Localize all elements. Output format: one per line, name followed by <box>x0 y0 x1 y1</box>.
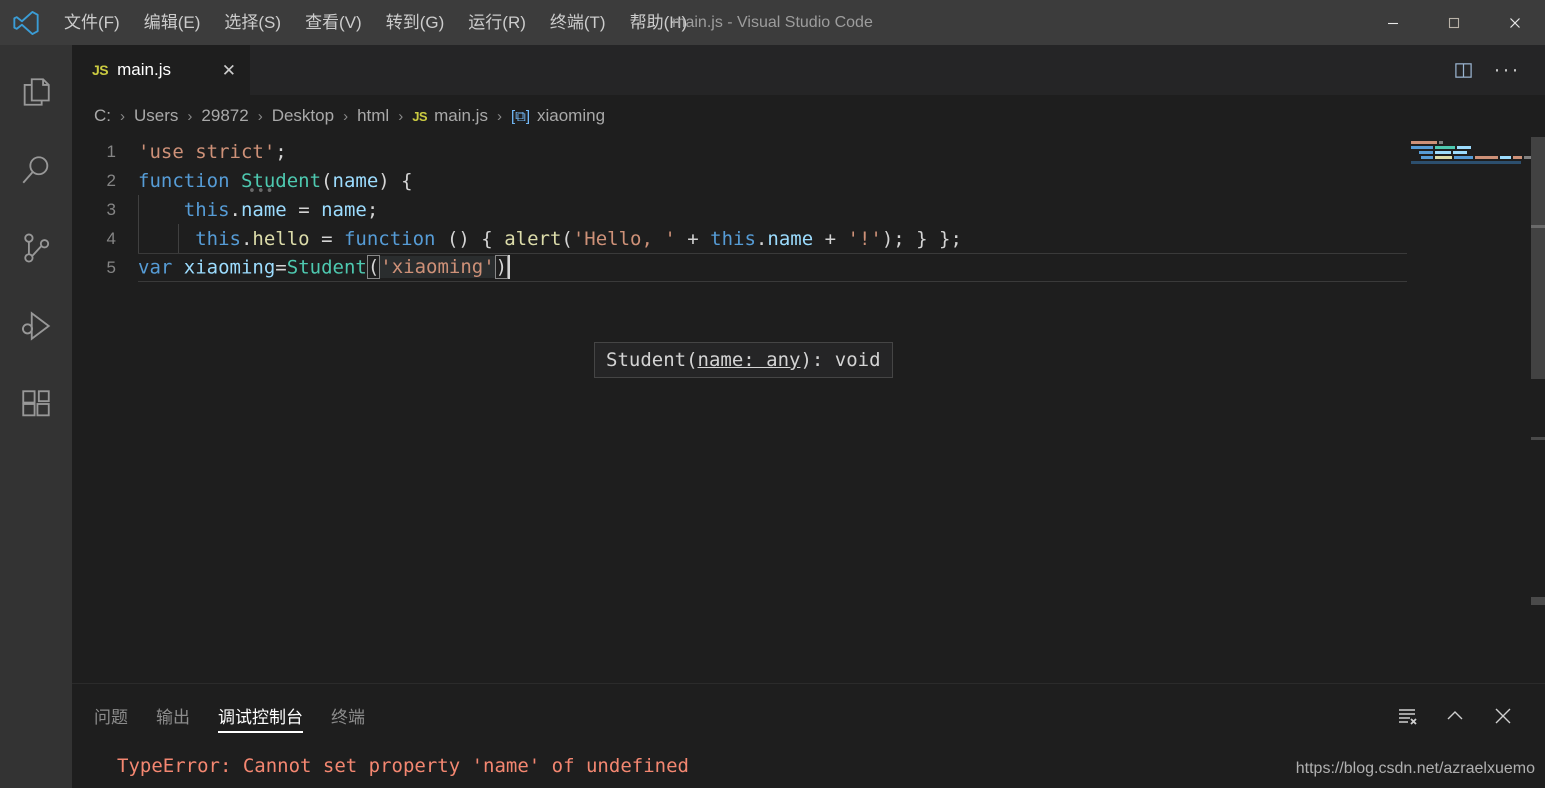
code-line-1-content: 'use strict'; <box>138 140 287 163</box>
extensions-icon <box>19 387 53 426</box>
menu-help[interactable]: 帮助(H) <box>618 0 700 45</box>
minimize-icon[interactable] <box>1362 0 1423 45</box>
breadcrumb-item-desktop[interactable]: Desktop <box>272 106 334 126</box>
panel-tab-debug-console[interactable]: 调试控制台 <box>218 684 303 747</box>
menu-selection[interactable]: 选择(S) <box>212 0 293 45</box>
code-line-2-content: function Student(name) {••• <box>138 169 413 199</box>
line-number: 5 <box>106 257 116 277</box>
panel-tab-problems[interactable]: 问题 <box>94 684 128 747</box>
signature-prefix: Student( <box>606 349 698 371</box>
breadcrumb-separator: › <box>120 107 125 125</box>
menu-go[interactable]: 转到(G) <box>374 0 457 45</box>
scrollbar-slider[interactable] <box>1531 137 1545 379</box>
activitybar-source-control[interactable] <box>0 211 72 289</box>
breadcrumb-item-main-js-label: main.js <box>434 106 488 125</box>
panel-tab-terminal[interactable]: 终端 <box>331 684 365 747</box>
breadcrumb-item-29872[interactable]: 29872 <box>201 106 248 126</box>
tab-bar: JS main.js ✕ ··· <box>72 45 1545 95</box>
code-line-3: 3 this.name = name; <box>72 195 1545 224</box>
breadcrumb-separator: › <box>343 107 349 125</box>
minimap-line <box>1407 141 1531 144</box>
files-icon <box>19 75 53 114</box>
editor-actions: ··· <box>1441 45 1545 95</box>
panel-actions <box>1383 684 1527 747</box>
chevron-up-icon[interactable] <box>1431 684 1479 747</box>
signature-suffix: ): void <box>800 349 881 371</box>
code-line-5-content: var xiaoming=Student('xiaoming') <box>138 254 511 280</box>
breadcrumb-separator: › <box>398 107 404 125</box>
maximize-icon[interactable] <box>1423 0 1484 45</box>
overview-ruler-mark <box>1531 225 1545 228</box>
minimap[interactable] <box>1407 137 1531 683</box>
text-cursor <box>508 254 511 279</box>
code-editor[interactable]: 1 'use strict'; 2 function Student(name)… <box>72 137 1545 683</box>
line-number: 3 <box>106 199 116 219</box>
minimap-line-current <box>1407 161 1531 164</box>
minimap-line <box>1407 151 1531 154</box>
panel-tab-list: 问题 输出 调试控制台 终端 <box>72 684 1545 747</box>
breadcrumb-item-html[interactable]: html <box>357 106 389 126</box>
line-number: 4 <box>106 228 116 248</box>
watermark-text: https://blog.csdn.net/azraelxuemo <box>1295 760 1535 777</box>
panel-tab-output[interactable]: 输出 <box>156 684 190 747</box>
code-line-3-content: this.name = name; <box>183 198 379 221</box>
current-line-border-bottom <box>138 281 1477 282</box>
activity-bar <box>0 45 72 788</box>
overview-ruler-mark <box>1531 597 1545 605</box>
activitybar-extensions[interactable] <box>0 367 72 445</box>
code-line-4-content: this.hello = function () { alert('Hello,… <box>195 227 962 250</box>
menu-terminal[interactable]: 终端(T) <box>538 0 618 45</box>
signature-param: name: any <box>697 349 801 371</box>
code-line-4: 4 this.hello = function () { alert('Hell… <box>72 224 1545 253</box>
activitybar-explorer[interactable] <box>0 55 72 133</box>
window-controls <box>1362 0 1545 45</box>
more-actions-button[interactable]: ··· <box>1485 45 1529 95</box>
signature-help-tooltip: Student(name: any): void <box>594 342 893 378</box>
line-number: 2 <box>106 170 116 190</box>
breadcrumb-item-main-js[interactable]: JS main.js <box>412 106 488 126</box>
vscode-logo-icon <box>0 0 52 45</box>
overview-ruler-mark <box>1531 437 1545 440</box>
menu-edit[interactable]: 编辑(E) <box>132 0 213 45</box>
activitybar-run-debug[interactable] <box>0 289 72 367</box>
clear-console-icon[interactable] <box>1383 684 1431 747</box>
more-actions-label: ··· <box>1493 57 1521 81</box>
tab-close-icon[interactable]: ✕ <box>198 62 236 79</box>
close-panel-icon[interactable] <box>1479 684 1527 747</box>
current-line-border-top <box>138 253 1477 254</box>
menu-bar: 文件(F) 编辑(E) 选择(S) 查看(V) 转到(G) 运行(R) 终端(T… <box>52 0 699 45</box>
menu-run[interactable]: 运行(R) <box>456 0 538 45</box>
breadcrumb-item-drive[interactable]: C: <box>94 106 111 126</box>
code-line-1: 1 'use strict'; <box>72 137 1545 166</box>
menu-view[interactable]: 查看(V) <box>293 0 374 45</box>
close-icon[interactable] <box>1484 0 1545 45</box>
vscode-window: 文件(F) 编辑(E) 选择(S) 查看(V) 转到(G) 运行(R) 终端(T… <box>0 0 1545 788</box>
breadcrumb-separator: › <box>187 107 193 125</box>
tab-label: main.js <box>117 60 171 79</box>
js-file-icon: JS <box>412 109 428 124</box>
search-icon <box>19 153 53 192</box>
symbol-variable-icon: [⧉] <box>510 108 530 125</box>
tab-main-js[interactable]: JS main.js ✕ <box>72 45 250 95</box>
split-editor-icon[interactable] <box>1441 45 1485 95</box>
run-debug-icon <box>19 309 53 348</box>
title-bar: 文件(F) 编辑(E) 选择(S) 查看(V) 转到(G) 运行(R) 终端(T… <box>0 0 1545 45</box>
editor-scrollbar[interactable] <box>1531 137 1545 683</box>
activitybar-search[interactable] <box>0 133 72 211</box>
breadcrumb-item-xiaoming[interactable]: [⧉] xiaoming <box>511 106 605 126</box>
code-lines: 1 'use strict'; 2 function Student(name)… <box>72 137 1545 282</box>
js-file-icon: JS <box>92 62 109 78</box>
breadcrumb: C: › Users › 29872 › Desktop › html › JS… <box>72 95 1545 137</box>
menu-file[interactable]: 文件(F) <box>52 0 132 45</box>
breadcrumb-separator: › <box>257 107 263 125</box>
line-number: 1 <box>106 141 116 161</box>
breadcrumb-item-xiaoming-label: xiaoming <box>537 106 606 125</box>
minimap-line <box>1407 146 1531 149</box>
breadcrumb-separator: › <box>496 107 502 125</box>
code-line-2: 2 function Student(name) {••• <box>72 166 1545 199</box>
minimap-line <box>1407 156 1531 159</box>
breadcrumb-item-users[interactable]: Users <box>134 106 178 126</box>
code-line-5: 5 var xiaoming=Student('xiaoming') <box>72 253 1545 282</box>
source-control-icon <box>19 231 53 270</box>
